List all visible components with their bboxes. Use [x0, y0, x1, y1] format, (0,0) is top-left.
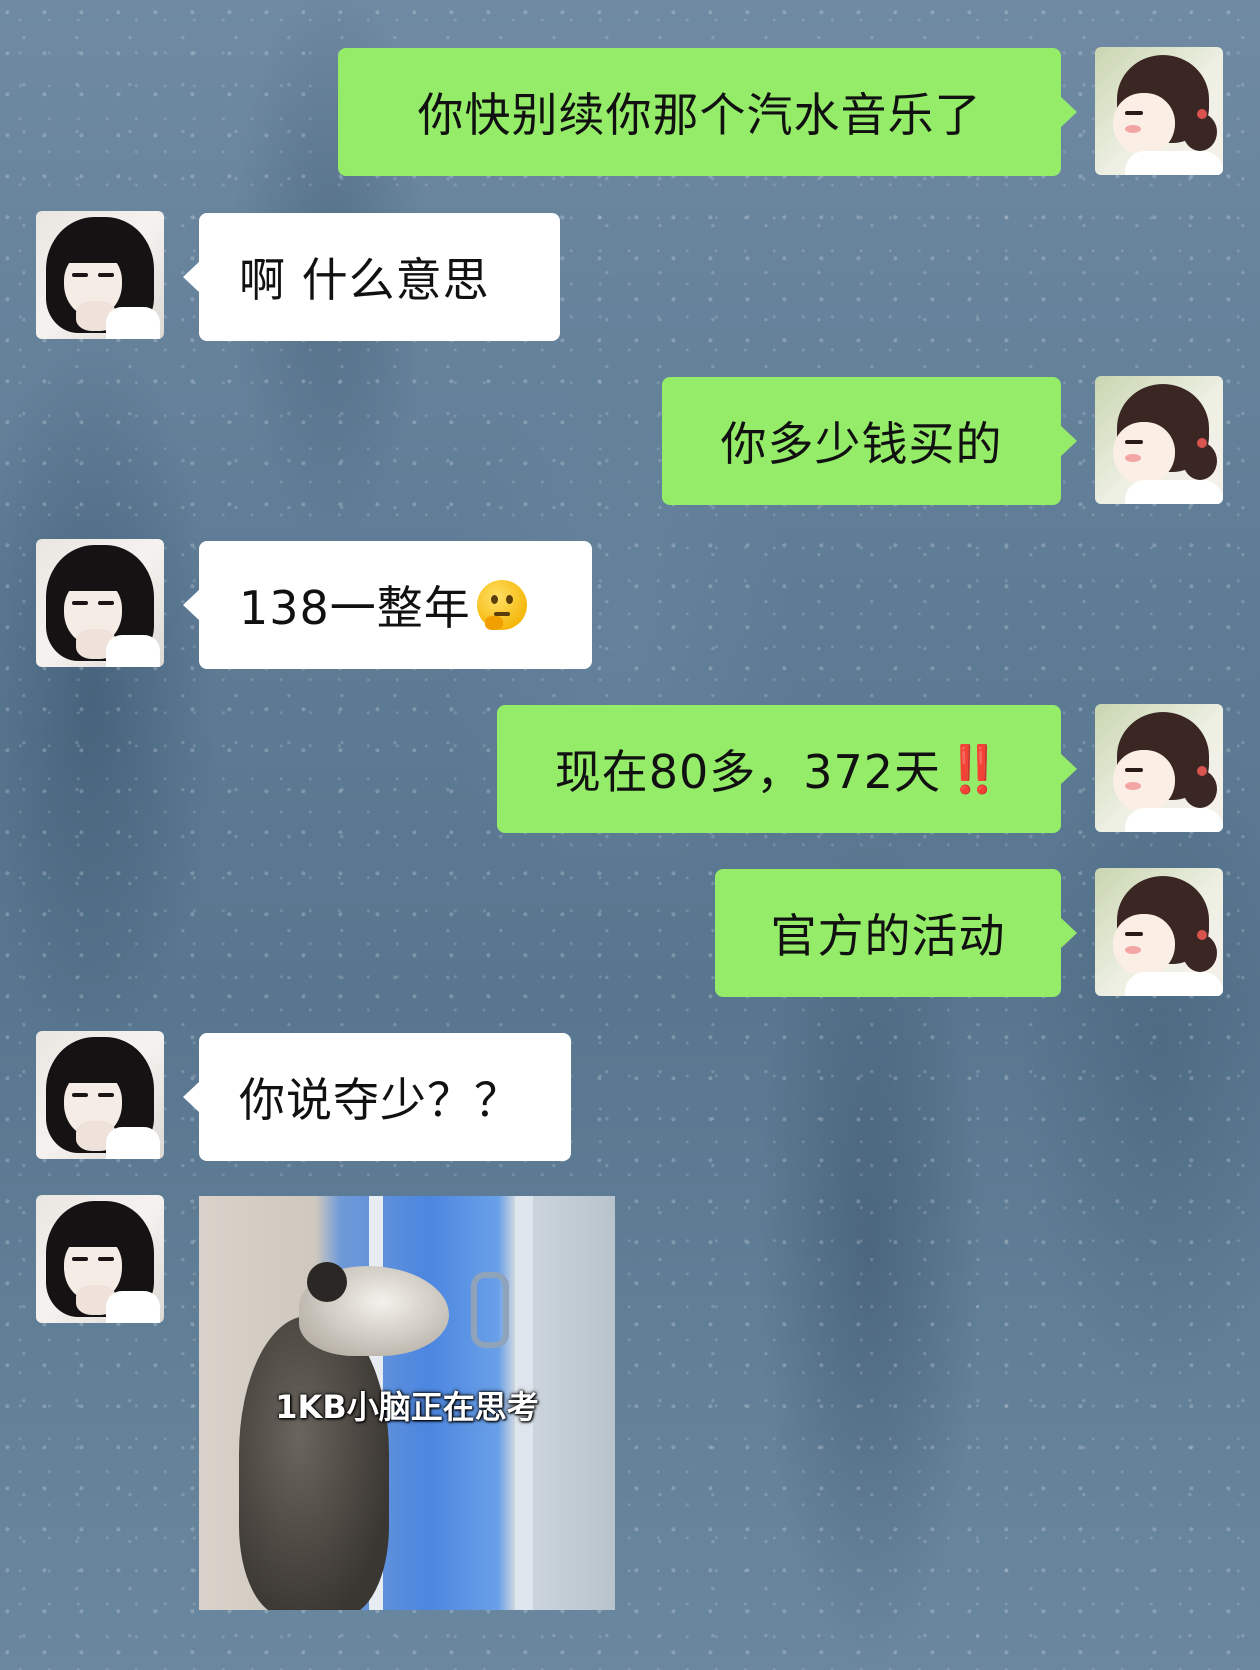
message-text: 你说夺少？？ — [239, 1073, 521, 1127]
message-text: 你多少钱买的 — [720, 417, 1003, 471]
opossum — [239, 1316, 389, 1610]
message-text: 现在80多，372天 — [554, 745, 942, 799]
double-exclamation-emoji: ‼️ — [945, 741, 1004, 796]
my-avatar[interactable] — [1095, 376, 1223, 504]
incoming-message-bubble[interactable]: 啊 什么意思 — [183, 213, 560, 341]
outgoing-message-bubble[interactable]: 现在80多，372天 ‼️ — [497, 705, 1077, 833]
outgoing-message-bubble[interactable]: 你快别续你那个汽水音乐了 — [338, 48, 1077, 176]
message-text: 138一整年 — [239, 581, 471, 635]
message-text: 你快别续你那个汽水音乐了 — [417, 88, 982, 142]
thinking-face-emoji — [476, 580, 527, 630]
message-text: 啊 什么意思 — [239, 253, 490, 307]
incoming-message-bubble[interactable]: 你说夺少？？ — [183, 1033, 571, 1161]
chat-screen: 你快别续你那个汽水音乐了 啊 什么意思 你多少钱买的 138一整年 现在80多，… — [0, 0, 1260, 1670]
rainy-glass-wallpaper — [0, 0, 1260, 1670]
my-avatar[interactable] — [1095, 868, 1223, 996]
contact-avatar[interactable] — [36, 211, 164, 339]
contact-avatar[interactable] — [36, 1031, 164, 1159]
outgoing-message-bubble[interactable]: 你多少钱买的 — [662, 377, 1077, 505]
my-avatar[interactable] — [1095, 704, 1223, 832]
sticker-caption: 1KB小脑正在思考 — [275, 1388, 539, 1426]
contact-avatar[interactable] — [36, 1195, 164, 1323]
incoming-message-bubble[interactable]: 138一整年 — [183, 541, 592, 669]
meme-sticker-image[interactable]: 1KB小脑正在思考 — [199, 1196, 615, 1610]
message-text: 官方的活动 — [770, 909, 1006, 963]
contact-avatar[interactable] — [36, 539, 164, 667]
my-avatar[interactable] — [1095, 47, 1223, 175]
window-handle — [471, 1272, 509, 1348]
outgoing-message-bubble[interactable]: 官方的活动 — [715, 869, 1077, 997]
